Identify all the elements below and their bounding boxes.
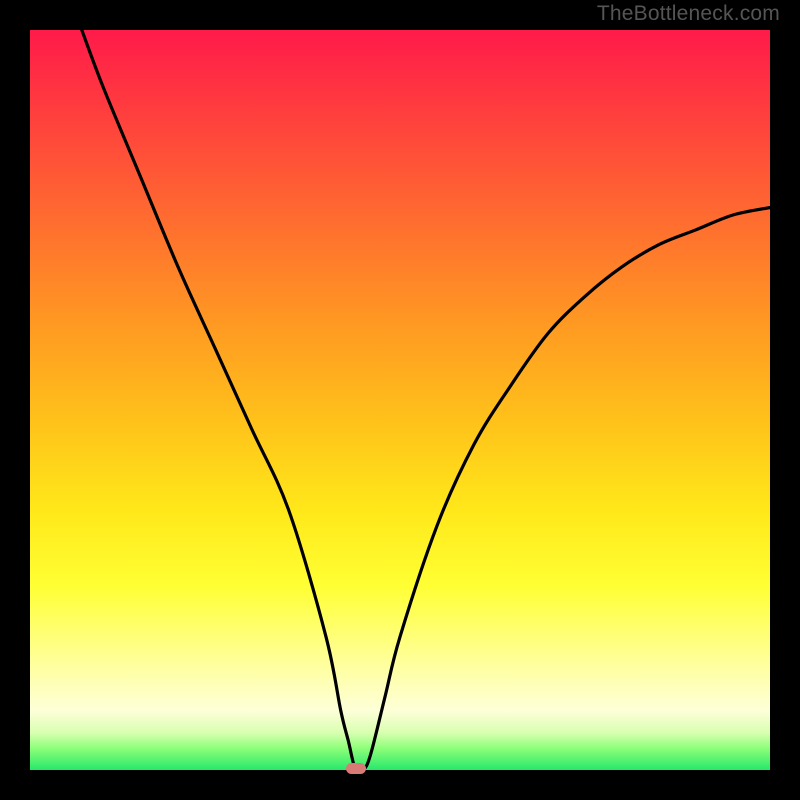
chart-area — [30, 30, 770, 770]
optimum-marker — [346, 763, 366, 774]
watermark-text: TheBottleneck.com — [597, 2, 780, 26]
chart-curve — [30, 30, 770, 770]
